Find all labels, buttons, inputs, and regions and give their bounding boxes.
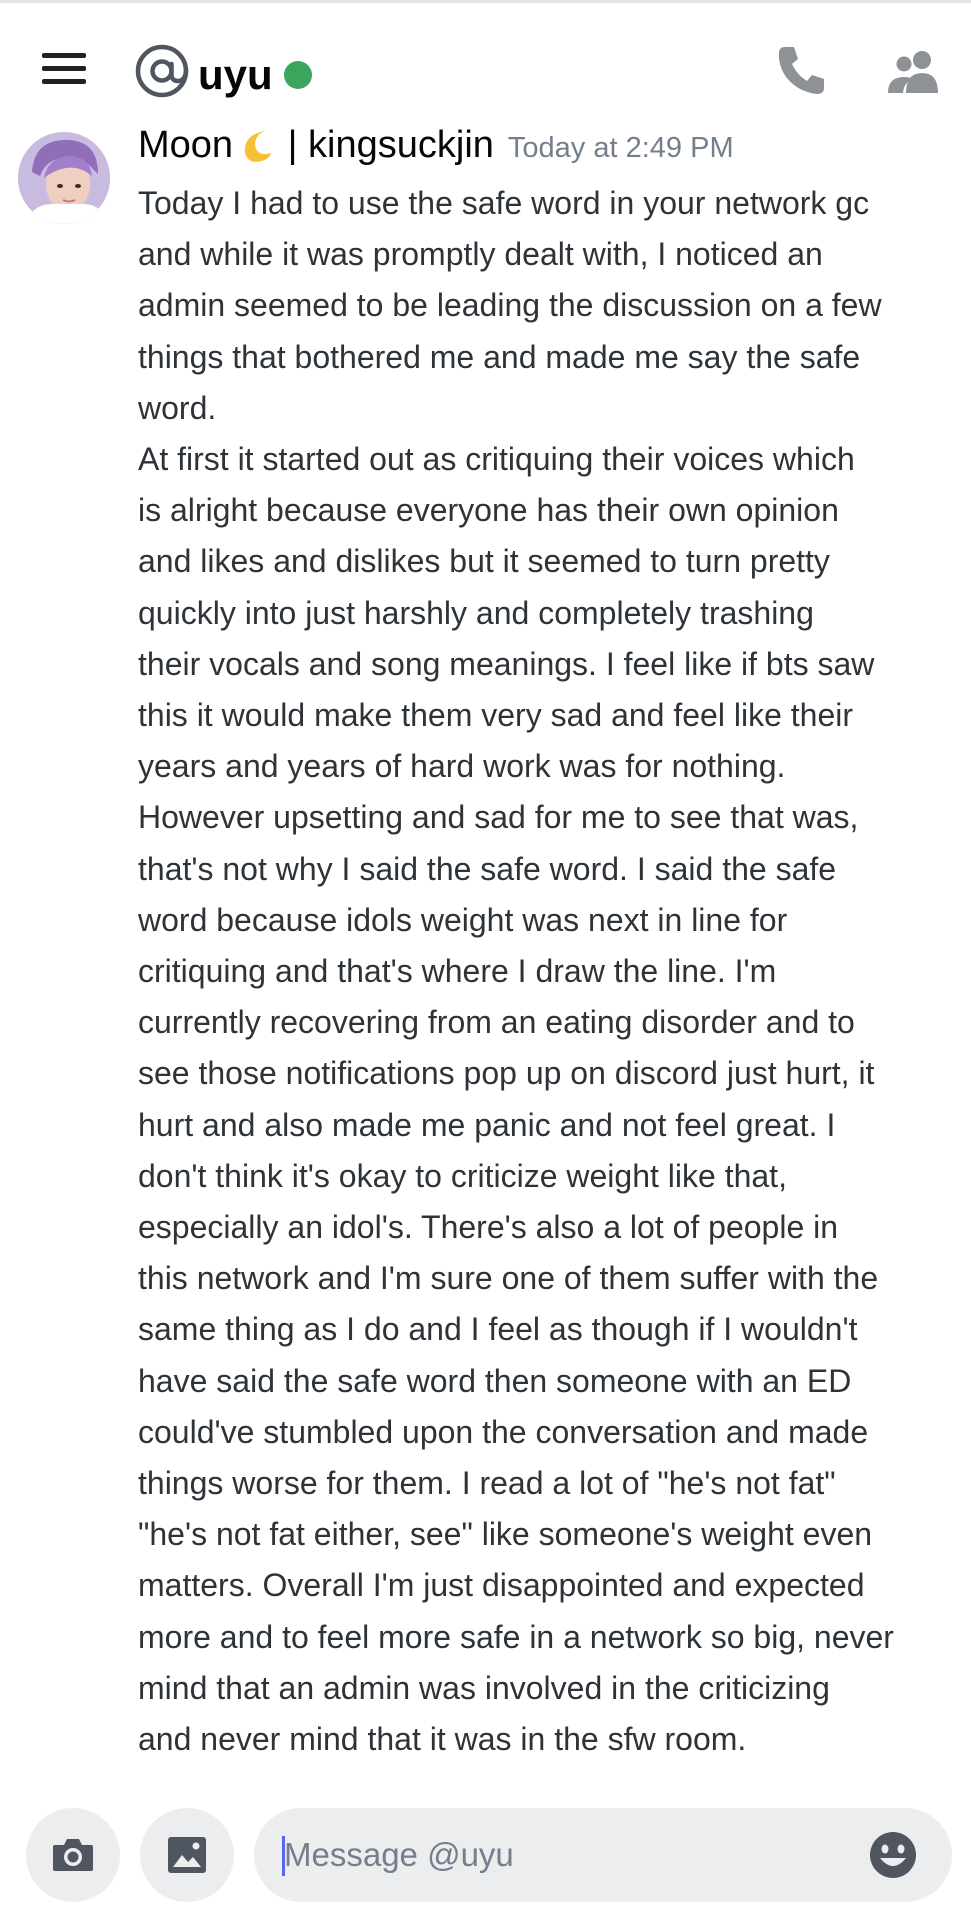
message-line: have said the safe word then someone wit…: [138, 1362, 852, 1399]
message-line: more and to feel more safe in a network …: [138, 1618, 894, 1655]
channel-header: uyu: [0, 0, 971, 120]
message-line: see those notifications pop up on discor…: [138, 1055, 875, 1092]
phone-icon[interactable]: [776, 43, 826, 97]
message-line: same thing as I do and I feel as though …: [138, 1311, 858, 1348]
message-input[interactable]: Message @uyu: [254, 1808, 952, 1902]
message-line: things worse for them. I read a lot of "…: [138, 1465, 836, 1502]
message-line: "he's not fat either, see" like someone'…: [138, 1516, 873, 1553]
message-line: However upsetting and sad for me to see …: [138, 799, 859, 836]
message-line: their vocals and song meanings. I feel l…: [138, 645, 875, 682]
message-content: Today I had to use the safe word in your…: [138, 178, 938, 1765]
message-header: Moon | kingsuckjin Today at 2:49 PM: [138, 124, 734, 176]
message-line: Today I had to use the safe word in your…: [138, 185, 870, 221]
online-status-indicator: [284, 61, 312, 89]
members-icon[interactable]: [886, 49, 944, 93]
message-line: that's not why I said the safe word. I s…: [138, 850, 837, 887]
message-line: and never mind that it was in the sfw ro…: [138, 1721, 747, 1758]
message-timestamp: Today at 2:49 PM: [507, 132, 734, 164]
avatar[interactable]: [18, 132, 110, 224]
message-line: word.: [138, 389, 217, 426]
image-icon: [168, 1837, 206, 1873]
message-line: At first it started out as critiquing th…: [138, 441, 855, 478]
message-line: things that bothered me and made me say …: [138, 338, 861, 375]
emoji-icon[interactable]: [868, 1830, 918, 1880]
message-line: could've stumbled upon the conversation …: [138, 1413, 869, 1450]
channel-name[interactable]: uyu: [198, 49, 273, 101]
avatar-image: [18, 132, 110, 224]
message-line: this it would make them very sad and fee…: [138, 697, 853, 734]
at-sign-icon: [135, 44, 189, 98]
message-line: and while it was promptly dealt with, I …: [138, 236, 823, 273]
hamburger-menu-icon[interactable]: [42, 53, 88, 87]
message-input-placeholder: Message @uyu: [284, 1836, 514, 1873]
message-line: don't think it's okay to criticize weigh…: [138, 1157, 787, 1194]
message-line: hurt and also made me panic and not feel…: [138, 1106, 836, 1143]
message-line: admin seemed to be leading the discussio…: [138, 287, 882, 324]
message-line: especially an idol's. There's also a lot…: [138, 1209, 839, 1246]
message-line: is alright because everyone has their ow…: [138, 492, 839, 529]
message-line: matters. Overall I'm just disappointed a…: [138, 1567, 865, 1604]
camera-button[interactable]: [26, 1808, 120, 1902]
message-line: critiquing and that's where I draw the l…: [138, 953, 777, 990]
message-line: years and years of hard work was for not…: [138, 748, 786, 785]
camera-icon: [53, 1839, 93, 1871]
message-line: quickly into just harshly and completely…: [138, 594, 814, 631]
message-line: currently recovering from an eating diso…: [138, 1004, 855, 1041]
message-line: this network and I'm sure one of them su…: [138, 1260, 879, 1297]
message-line: word because idols weight was next in li…: [138, 901, 788, 938]
author-handle[interactable]: | kingsuckjin: [277, 124, 494, 166]
message-line: and likes and dislikes but it seemed to …: [138, 543, 830, 580]
crescent-moon-icon: [244, 131, 272, 162]
author-name[interactable]: Moon: [138, 124, 233, 166]
message-line: mind that an admin was involved in the c…: [138, 1669, 830, 1706]
gallery-button[interactable]: [140, 1808, 234, 1902]
message-composer: Message @uyu: [0, 1790, 971, 1920]
